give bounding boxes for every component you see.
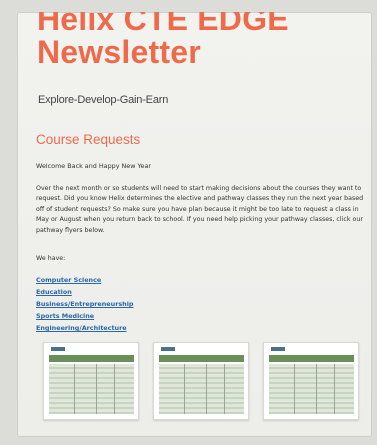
pathway-flyer-thumbnail[interactable] [153,342,249,420]
pathway-flyer-thumbnail[interactable] [43,342,139,420]
flyer-column-line [334,364,335,414]
flyer-header-band [269,355,354,362]
newsletter-title: Helix CTE EDGE Newsletter [37,12,289,69]
link-engineering[interactable]: Engineering/Architecture [36,324,127,332]
pathway-links: Computer Science Education Business/Entr… [36,267,133,332]
flyer-header-band [49,355,134,362]
link-item: Engineering/Architecture [36,315,133,332]
tagline: Explore-Develop-Gain-Earn [38,94,169,106]
we-have-label: We have: [36,255,66,262]
flyer-logo [271,347,285,351]
title-line-2: Newsletter [37,34,201,70]
flyer-table [49,364,134,414]
greeting-text: Welcome Back and Happy New Year [36,162,152,170]
flyer-column-line [184,364,185,414]
title-line-1: Helix CTE EDGE [37,12,289,37]
photo-frame: Helix CTE EDGE Newsletter Explore-Develo… [0,0,377,445]
flyer-column-line [316,364,317,414]
flyer-column-line [206,364,207,414]
link-item: Computer Science [36,267,133,284]
flyer-header-band [159,355,244,362]
section-title: Course Requests [36,132,141,147]
flyer-table [159,364,244,414]
flyer-column-line [74,364,75,414]
link-item: Business/Entrepreneurship [36,291,133,308]
flyer-column-line [114,364,115,414]
flyer-column-line [96,364,97,414]
flyer-column-line [294,364,295,414]
pathway-flyers [43,342,372,427]
flyer-logo [161,347,175,351]
body-paragraph: Over the next month or so students will … [36,185,364,234]
flyer-logo [51,347,65,351]
pathway-flyer-thumbnail[interactable] [263,342,359,420]
flyer-column-line [224,364,225,414]
newsletter-page: Helix CTE EDGE Newsletter Explore-Develo… [17,12,372,437]
flyer-table [269,364,354,414]
